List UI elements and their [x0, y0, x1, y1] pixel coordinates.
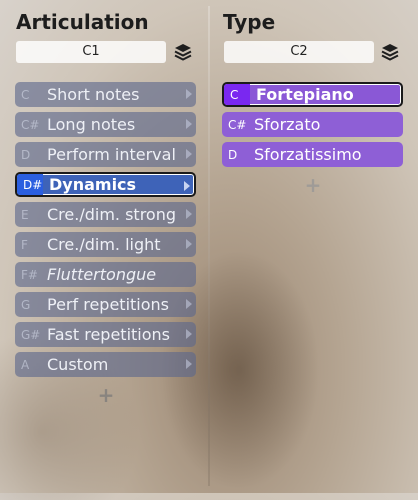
item-key: F [21, 237, 28, 252]
articulation-item-fast-repetitions[interactable]: G# Fast repetitions [15, 322, 196, 347]
type-key-field[interactable]: C2 [224, 41, 374, 63]
chevron-right-icon[interactable] [186, 149, 192, 159]
item-key: C [21, 87, 30, 102]
item-key: D [228, 147, 238, 162]
item-key: D [21, 147, 31, 162]
chevron-right-icon[interactable] [186, 239, 192, 249]
item-key: G# [21, 327, 41, 342]
item-key: C# [228, 117, 247, 132]
articulation-list: C Short notes C# Long notes D Perform in… [15, 82, 196, 382]
item-key: G [21, 297, 31, 312]
articulation-item-perf-repetitions[interactable]: G Perf repetitions [15, 292, 196, 317]
chevron-right-icon[interactable] [186, 209, 192, 219]
item-label: Perf repetitions [47, 295, 169, 314]
item-label: Custom [47, 355, 109, 374]
articulation-item-long-notes[interactable]: C# Long notes [15, 112, 196, 137]
articulation-item-dynamics[interactable]: D# Dynamics [15, 172, 196, 197]
item-label: Cre./dim. strong [47, 205, 176, 224]
item-label: Long notes [47, 115, 136, 134]
chevron-right-icon[interactable] [186, 89, 192, 99]
item-key: A [21, 357, 30, 372]
item-label: Short notes [47, 85, 140, 104]
type-item-sforzato[interactable]: C# Sforzato [222, 112, 403, 137]
articulation-item-cre-dim-strong[interactable]: E Cre./dim. strong [15, 202, 196, 227]
chevron-right-icon[interactable] [186, 359, 192, 369]
item-label: Fluttertongue [47, 265, 157, 284]
articulation-item-short-notes[interactable]: C Short notes [15, 82, 196, 107]
add-type-button[interactable]: + [303, 173, 323, 197]
item-label: Perform interval [47, 145, 176, 164]
type-list: C Fortepiano C# Sforzato D Sforzatissimo [222, 82, 403, 172]
chevron-right-icon[interactable] [186, 119, 192, 129]
item-key: F# [21, 267, 38, 282]
chevron-right-icon[interactable] [184, 181, 190, 191]
item-key: D# [17, 174, 43, 195]
articulation-item-fluttertongue[interactable]: F# Fluttertongue [15, 262, 196, 287]
chevron-right-icon[interactable] [186, 329, 192, 339]
layers-icon[interactable] [380, 42, 400, 62]
item-label: Fast repetitions [47, 325, 171, 344]
articulation-item-custom[interactable]: A Custom [15, 352, 196, 377]
item-key: E [21, 207, 29, 222]
item-key: C# [21, 117, 40, 132]
add-articulation-button[interactable]: + [96, 383, 116, 407]
item-label: Sforzato [254, 115, 321, 134]
layers-icon[interactable] [173, 42, 193, 62]
item-key: C [224, 84, 250, 105]
type-item-fortepiano[interactable]: C Fortepiano [222, 82, 403, 107]
type-title: Type [223, 10, 276, 34]
articulation-key-field[interactable]: C1 [16, 41, 166, 63]
chevron-right-icon[interactable] [186, 299, 192, 309]
articulation-title: Articulation [16, 10, 149, 34]
articulation-column: Articulation C1 C Short notes C# Long no… [0, 0, 208, 493]
item-label: Sforzatissimo [254, 145, 362, 164]
item-label: Dynamics [49, 175, 137, 194]
articulation-item-perform-interval[interactable]: D Perform interval [15, 142, 196, 167]
articulation-item-cre-dim-light[interactable]: F Cre./dim. light [15, 232, 196, 257]
item-label: Fortepiano [256, 85, 354, 104]
item-label: Cre./dim. light [47, 235, 161, 254]
type-item-sforzatissimo[interactable]: D Sforzatissimo [222, 142, 403, 167]
type-column: Type C2 C Fortepiano C# Sforzato D Sforz… [210, 0, 418, 493]
